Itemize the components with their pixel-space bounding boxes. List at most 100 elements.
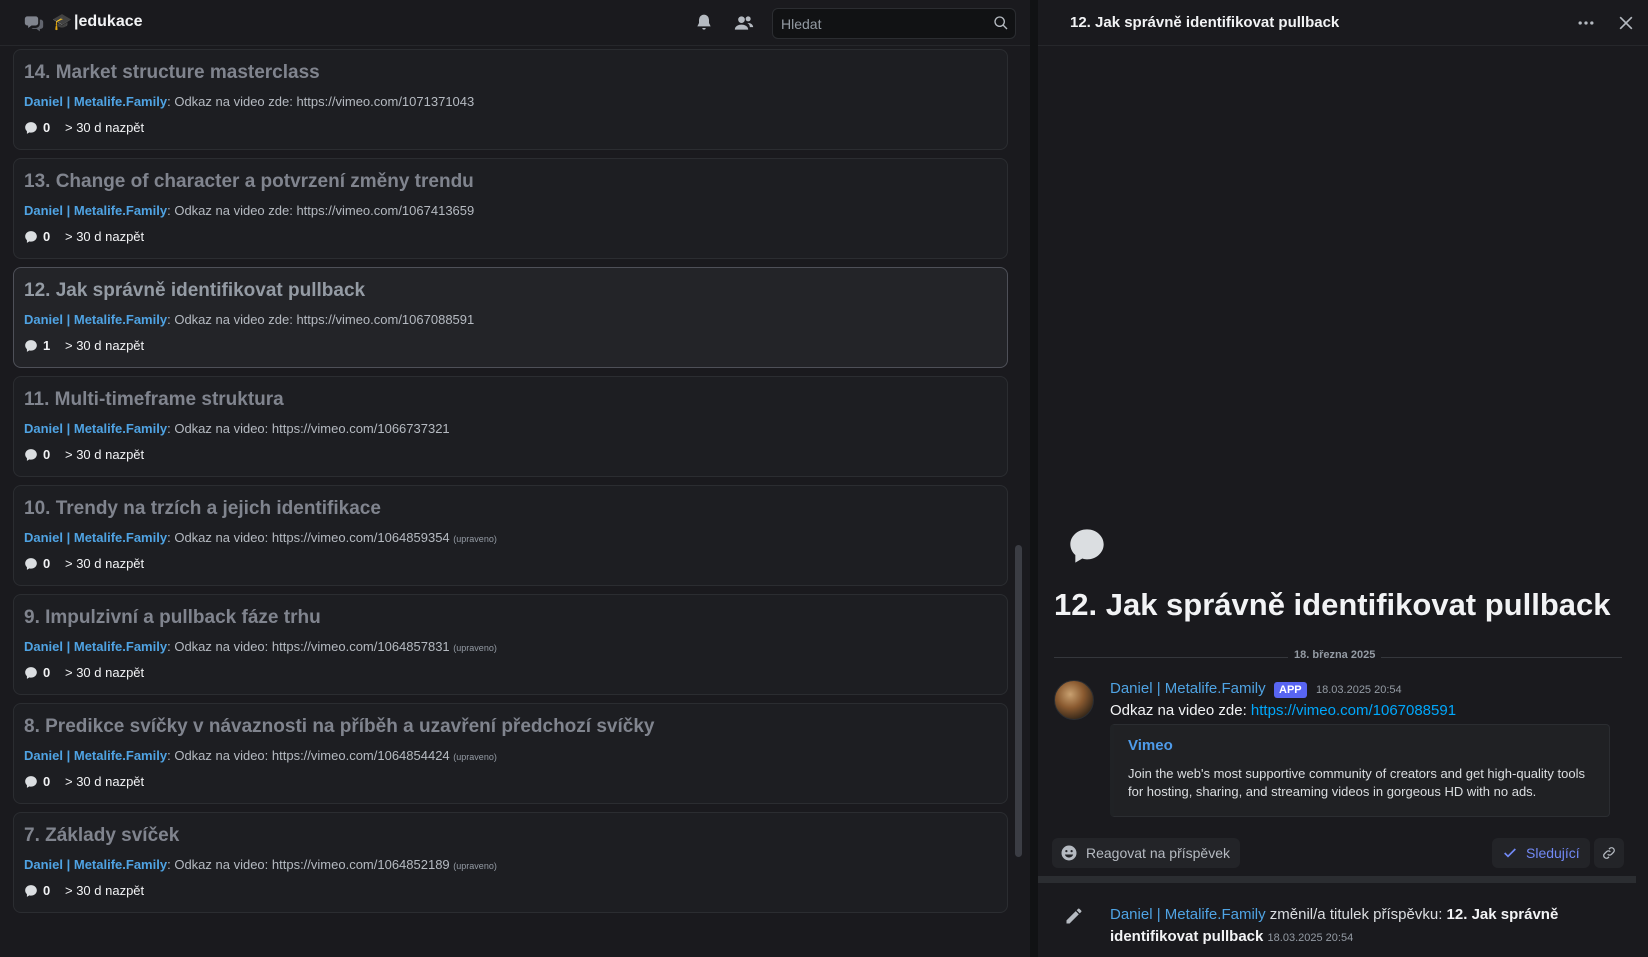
reply-count: 0 [43, 774, 51, 789]
message-author[interactable]: Daniel | Metalife.Family [1110, 680, 1266, 697]
post-author[interactable]: Daniel | Metalife.Family [24, 312, 167, 327]
comment-bubble-icon [25, 775, 37, 788]
post-author[interactable]: Daniel | Metalife.Family [24, 857, 167, 872]
post-preview-text: Odkaz na video: https://vimeo.com/106485… [174, 530, 450, 545]
edited-marker: (upraveno) [453, 643, 497, 653]
react-button-label: Reagovat na příspěvek [1086, 845, 1230, 861]
post-list: 14. Market structure masterclass Daniel |… [0, 47, 1030, 957]
post-preview: Daniel | Metalife.Family: Odkaz na video… [24, 530, 497, 545]
post-meta: 0 > 30 d nazpět [24, 556, 144, 571]
message-text: Odkaz na video zde: https://vimeo.com/10… [1110, 702, 1456, 719]
scrollbar-thumb[interactable] [1015, 545, 1022, 857]
reply-count: 0 [43, 120, 51, 135]
message-link[interactable]: https://vimeo.com/1067088591 [1251, 702, 1456, 719]
post-card[interactable]: 10. Trendy na trzích a jejich identifika… [13, 485, 1008, 586]
post-author-separator: : [167, 203, 171, 218]
follow-button[interactable]: Sledující [1492, 838, 1590, 868]
post-age: > 30 d nazpět [65, 883, 145, 898]
post-title[interactable]: 11. Multi-timeframe struktura [24, 389, 284, 411]
post-age: > 30 d nazpět [65, 229, 145, 244]
search-icon[interactable] [993, 15, 1009, 31]
edited-marker: (upraveno) [453, 534, 497, 544]
smiley-icon [1061, 845, 1077, 861]
post-title[interactable]: 12. Jak správně identifikovat pullback [24, 280, 365, 302]
post-card[interactable]: 12. Jak správně identifikovat pullback Da… [13, 267, 1008, 368]
post-card[interactable]: 8. Predikce svíčky v návaznosti na příbě… [13, 703, 1008, 804]
post-card[interactable]: 11. Multi-timeframe struktura Daniel | Me… [13, 376, 1008, 477]
post-author[interactable]: Daniel | Metalife.Family [24, 203, 167, 218]
post-meta: 0 > 30 d nazpět [24, 883, 144, 898]
app-badge: APP [1274, 682, 1307, 698]
post-preview-text: Odkaz na video zde: https://vimeo.com/10… [174, 94, 475, 109]
post-preview: Daniel | Metalife.Family: Odkaz na video… [24, 748, 497, 763]
post-author-separator: : [167, 94, 171, 109]
comment-bubble-icon [25, 339, 37, 352]
edited-marker: (upraveno) [453, 861, 497, 871]
post-card[interactable]: 7. Základy svíček Daniel | Metalife.Famil… [13, 812, 1008, 913]
close-icon[interactable] [1616, 13, 1636, 33]
post-preview: Daniel | Metalife.Family: Odkaz na video… [24, 857, 497, 872]
post-meta: 0 > 30 d nazpět [24, 447, 144, 462]
post-title[interactable]: 10. Trendy na trzích a jejich identifika… [24, 498, 381, 520]
post-title[interactable]: 8. Predikce svíčky v návaznosti na příbě… [24, 716, 654, 738]
post-meta: 0 > 30 d nazpět [24, 120, 144, 135]
post-card[interactable]: 14. Market structure masterclass Daniel |… [13, 49, 1008, 150]
checkmark-icon [1504, 848, 1516, 858]
post-card[interactable]: 13. Change of character a potvrzení změn… [13, 158, 1008, 259]
members-icon[interactable] [734, 13, 754, 33]
thread-pane: 12. Jak správně identifikovat pullback 1… [1038, 0, 1648, 957]
post-author[interactable]: Daniel | Metalife.Family [24, 421, 167, 436]
post-title[interactable]: 7. Základy svíček [24, 825, 179, 847]
pencil-icon [1066, 908, 1082, 924]
post-preview-text: Odkaz na video: https://vimeo.com/106485… [174, 748, 450, 763]
more-options-icon[interactable] [1576, 13, 1596, 33]
thread-title: 12. Jak správně identifikovat pullback [1054, 587, 1611, 622]
post-meta: 0 > 30 d nazpět [24, 665, 144, 680]
system-message-text: změnil/a titulek příspěvku: [1265, 906, 1447, 923]
embed-provider[interactable]: Vimeo [1128, 737, 1173, 754]
post-author[interactable]: Daniel | Metalife.Family [24, 639, 167, 654]
post-author-separator: : [167, 421, 171, 436]
channel-header: 🎓 |edukace [0, 0, 1030, 46]
pane-divider [1030, 0, 1038, 957]
channel-name: |edukace [74, 13, 143, 30]
post-author-separator: : [167, 312, 171, 327]
thread-header: 12. Jak správně identifikovat pullback [1038, 0, 1648, 46]
post-title[interactable]: 9. Impulzivní a pullback fáze trhu [24, 607, 321, 629]
post-preview-text: Odkaz na video: https://vimeo.com/106485… [174, 639, 450, 654]
search-input[interactable] [781, 9, 981, 38]
copy-link-button[interactable] [1594, 838, 1624, 868]
system-message-author[interactable]: Daniel | Metalife.Family [1110, 906, 1266, 923]
post-preview: Daniel | Metalife.Family: Odkaz na video… [24, 639, 497, 654]
post-preview: Daniel | Metalife.Family: Odkaz na video… [24, 203, 474, 218]
thread-header-title: 12. Jak správně identifikovat pullback [1070, 14, 1340, 31]
post-preview-text: Odkaz na video zde: https://vimeo.com/10… [174, 312, 475, 327]
post-author[interactable]: Daniel | Metalife.Family [24, 748, 167, 763]
date-divider-label: 18. března 2025 [1288, 649, 1382, 661]
follow-button-label: Sledující [1526, 845, 1580, 861]
post-author[interactable]: Daniel | Metalife.Family [24, 530, 167, 545]
post-author[interactable]: Daniel | Metalife.Family [24, 94, 167, 109]
post-meta: 0 > 30 d nazpět [24, 774, 144, 789]
avatar[interactable] [1054, 680, 1094, 720]
reply-count: 0 [43, 229, 51, 244]
system-message: Daniel | Metalife.Family změnil/a titule… [1110, 904, 1610, 949]
post-age: > 30 d nazpět [65, 665, 145, 680]
edited-marker: (upraveno) [453, 752, 497, 762]
post-preview-text: Odkaz na video: https://vimeo.com/106485… [174, 857, 450, 872]
comment-bubble-icon [25, 666, 37, 679]
link-embed: Vimeo Join the web's most supportive com… [1110, 724, 1610, 817]
message-text-prefix: Odkaz na video zde: [1110, 702, 1251, 719]
post-card[interactable]: 9. Impulzivní a pullback fáze trhu Daniel… [13, 594, 1008, 695]
bell-icon[interactable] [694, 13, 714, 33]
post-author-separator: : [167, 639, 171, 654]
react-button[interactable]: Reagovat na příspěvek [1052, 838, 1240, 868]
post-title[interactable]: 13. Change of character a potvrzení změn… [24, 171, 474, 193]
post-title[interactable]: 14. Market structure masterclass [24, 62, 320, 84]
post-preview-text: Odkaz na video zde: https://vimeo.com/10… [174, 203, 475, 218]
comment-bubble-icon [25, 557, 37, 570]
comment-bubble-icon [25, 448, 37, 461]
post-author-separator: : [167, 748, 171, 763]
search-box[interactable] [772, 8, 1016, 39]
graduation-cap-icon: 🎓 [52, 14, 72, 31]
